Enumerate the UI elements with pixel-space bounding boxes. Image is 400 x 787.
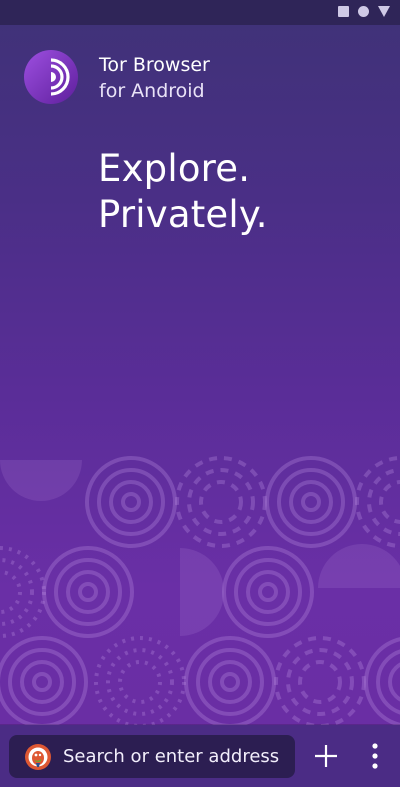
- hero-line-2: Privately.: [98, 193, 268, 236]
- browser-home-screen: Tor Browser for Android Explore. Private…: [0, 0, 400, 787]
- hero-headline: Explore. Privately.: [98, 146, 268, 238]
- three-dot-menu-icon[interactable]: [362, 741, 388, 771]
- app-name: Tor Browser: [99, 54, 210, 76]
- plus-icon[interactable]: [311, 741, 341, 771]
- duckduckgo-icon: [25, 743, 51, 770]
- triangle-icon: [378, 6, 390, 17]
- hero-line-1: Explore.: [98, 147, 251, 190]
- app-subtitle: for Android: [99, 80, 205, 102]
- circle-icon: [358, 6, 369, 17]
- status-bar: [0, 0, 400, 25]
- tor-onion-icon: [24, 50, 78, 104]
- onion-pattern-background: [0, 456, 400, 728]
- address-bar[interactable]: Search or enter address: [9, 735, 295, 778]
- address-bar-placeholder: Search or enter address: [63, 746, 280, 767]
- system-nav-icons: [338, 6, 390, 17]
- square-icon: [338, 6, 349, 17]
- bottom-toolbar: Search or enter address: [0, 725, 400, 787]
